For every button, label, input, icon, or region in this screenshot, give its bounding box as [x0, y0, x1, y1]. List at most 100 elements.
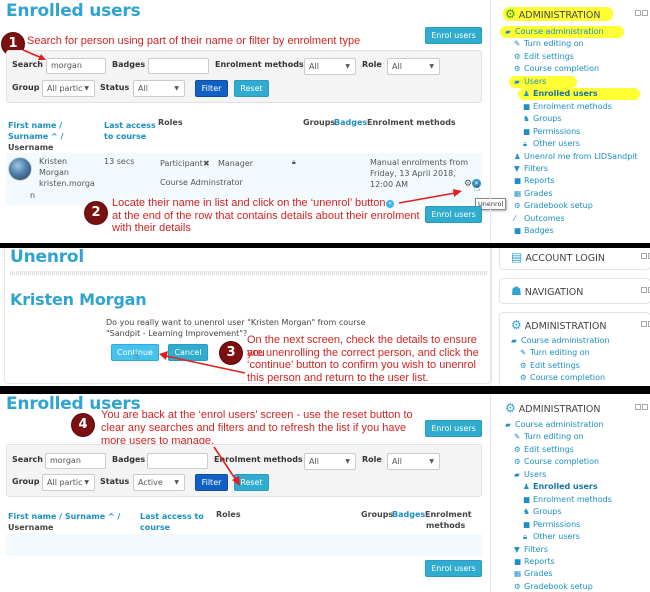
- sidebar-item-label: Filters: [524, 163, 548, 173]
- sidebar-item[interactable]: ■ Reports: [514, 175, 555, 187]
- enrol-users-button-bottom[interactable]: Enrol users: [425, 560, 482, 577]
- sidebar-item[interactable]: ▦ Grades: [514, 568, 553, 580]
- users-icon: ♞: [523, 507, 530, 517]
- cogs-icon: ⚙: [514, 457, 521, 467]
- administration-block-header[interactable]: ⚙ ADMINISTRATION: [505, 397, 650, 419]
- sidebar-administration-block: ⚙ ADMINISTRATION ▰ Course administration ✎ T…: [490, 0, 650, 243]
- cogs-icon: ⚙: [514, 444, 521, 454]
- sidebar-item[interactable]: ■ Permissions: [523, 126, 580, 138]
- header-enrolment-methods: Enrolment: [425, 510, 472, 519]
- sidebar-item[interactable]: ⚙ Gradebook setup: [514, 200, 593, 212]
- sidebar-item-label: Enrolment methods: [533, 494, 612, 504]
- folder-open-icon: ▰: [514, 76, 520, 86]
- sidebar-item[interactable]: ✎ Turn editing on: [514, 38, 584, 50]
- annotation-arrow-2: [398, 189, 462, 204]
- sidebar-item[interactable]: ■ Reports: [514, 556, 555, 568]
- block-controls[interactable]: [641, 321, 650, 328]
- sidebar-item-label: Course completion: [524, 457, 600, 467]
- folder-open-icon: ▰: [505, 420, 511, 429]
- sidebar-administration-block: ⚙ ADMINISTRATION ▰ Course administration ✎ T…: [490, 394, 650, 592]
- sidebar-item[interactable]: ♞ Groups: [523, 113, 562, 125]
- table-icon: ▦: [514, 188, 522, 198]
- table-icon: ▦: [514, 569, 522, 579]
- header-surname[interactable]: Surname ^ /: [65, 512, 120, 521]
- sidebar-item[interactable]: ■ Enrolment methods: [523, 494, 612, 506]
- folder-icon: ■: [523, 519, 531, 529]
- header-roles: Roles: [216, 510, 241, 519]
- sidebar-item[interactable]: ⚙ Course completion: [514, 63, 599, 75]
- sidebar-item[interactable]: ⚙ Course completion: [514, 456, 599, 468]
- sidebar-item-label: Reports: [524, 556, 555, 566]
- separator-bar: [0, 386, 650, 394]
- sidebar-item[interactable]: ⚙ Edit settings: [520, 360, 580, 372]
- sidebar-item[interactable]: ▰ Course administration: [500, 26, 624, 38]
- folder-open-icon: ▰: [505, 27, 511, 36]
- account-login-header[interactable]: ▤ ACCOUNT LOGIN: [511, 248, 650, 268]
- sidebar-item[interactable]: ■ Permissions: [523, 519, 580, 531]
- sidebar-item-label: Course administration: [521, 336, 610, 345]
- navigation-header[interactable]: ☗ NAVIGATION: [511, 280, 650, 302]
- annotation-arrow-4: [213, 446, 240, 486]
- cogs-icon: ⚙: [514, 51, 521, 61]
- folder-icon: ■: [514, 556, 522, 566]
- sidebar-item-label: Turn editing on: [524, 39, 584, 49]
- sidebar-item-label: Turn editing on: [524, 432, 584, 442]
- sidebar-item[interactable]: ♟ Enrolled users: [523, 481, 598, 493]
- folder-icon: ■: [514, 226, 522, 236]
- block-controls[interactable]: [641, 287, 650, 294]
- sidebar-item[interactable]: ▰ Users: [514, 469, 546, 481]
- sidebar-blocks: ▤ ACCOUNT LOGIN ☗ NAVIGATION ⚙ ADMINISTRATI…: [490, 248, 650, 388]
- header-first-name-surname[interactable]: First name / Surname ^ /: [8, 511, 120, 522]
- sidebar-item[interactable]: ▰ Users: [509, 75, 577, 88]
- sidebar-item[interactable]: ⚙ Edit settings: [514, 444, 574, 456]
- sidebar-item[interactable]: ■ Badges: [514, 225, 554, 237]
- sidebar-item-label: Enrolled users: [533, 89, 598, 99]
- pencil-icon: ✎: [514, 432, 521, 442]
- header-last-access-line2[interactable]: course: [140, 522, 170, 533]
- magic-icon: ⁄: [514, 213, 516, 223]
- table-row-empty: [6, 534, 482, 556]
- sidebar-item-label: Users: [524, 76, 547, 86]
- sidebar-item[interactable]: ⚙ Course completion: [520, 372, 605, 384]
- header-last-access[interactable]: Last access to: [140, 511, 204, 522]
- header-groups: Groups: [361, 510, 394, 519]
- sidebar-item[interactable]: ♟ Enrolled users: [518, 88, 640, 101]
- folder-open-icon: ▰: [511, 336, 517, 345]
- cogs-icon: ⚙: [505, 401, 516, 415]
- sidebar-item-label: Groups: [533, 114, 562, 124]
- sidebar-item[interactable]: ✎ Turn editing on: [520, 347, 590, 359]
- sidebar-item[interactable]: ✎ Turn editing on: [514, 431, 584, 443]
- sidebar-item[interactable]: ▰ Course administration: [505, 419, 604, 431]
- administration-title: ADMINISTRATION: [518, 404, 601, 415]
- header-badges[interactable]: Badges: [392, 509, 425, 520]
- sidebar-item-label: Other users: [533, 139, 580, 149]
- cogs-icon: ⚙: [514, 581, 521, 591]
- account-login-title: ACCOUNT LOGIN: [525, 253, 606, 264]
- folder-icon: ■: [523, 126, 531, 136]
- sidebar-item-label: Gradebook setup: [524, 581, 593, 591]
- cogs-icon: ⚙: [520, 360, 527, 370]
- sidebar-item[interactable]: ♞ Groups: [523, 506, 562, 518]
- folder-open-icon: ▰: [514, 469, 520, 479]
- block-controls[interactable]: [635, 404, 649, 411]
- sidebar-item[interactable]: ▼ Filters: [514, 163, 548, 175]
- block-controls[interactable]: [641, 253, 650, 260]
- administration-title: ADMINISTRATION: [518, 10, 601, 21]
- sidebar-item[interactable]: ▼ Filters: [514, 544, 548, 556]
- sidebar-item[interactable]: ⚙ Gradebook setup: [514, 581, 593, 592]
- sidebar-item[interactable]: ⚙ Edit settings: [514, 51, 574, 63]
- sidebar-item-label: Enrolment methods: [533, 101, 612, 111]
- sidebar-item[interactable]: ♟ Unenrol me from LIDSandpit: [514, 151, 638, 163]
- sidebar-item[interactable]: 🔒︎ Other users: [523, 138, 580, 150]
- sidebar-item-label: Gradebook setup: [524, 201, 593, 211]
- sidebar-item[interactable]: ▰ Course administration: [511, 335, 610, 347]
- sidebar-item-label: Other users: [533, 532, 580, 542]
- sidebar-item[interactable]: ⁄ Outcomes: [514, 213, 565, 225]
- sidebar-item[interactable]: 🔒︎ Other users: [523, 531, 580, 543]
- filter-icon: ▼: [514, 544, 520, 554]
- sidebar-item[interactable]: ■ Enrolment methods: [523, 101, 612, 113]
- header-first-name[interactable]: First name /: [8, 512, 62, 521]
- administration-header[interactable]: ⚙ ADMINISTRATION: [511, 314, 650, 336]
- block-controls[interactable]: [635, 10, 649, 17]
- sidebar-item[interactable]: ▦ Grades: [514, 188, 553, 200]
